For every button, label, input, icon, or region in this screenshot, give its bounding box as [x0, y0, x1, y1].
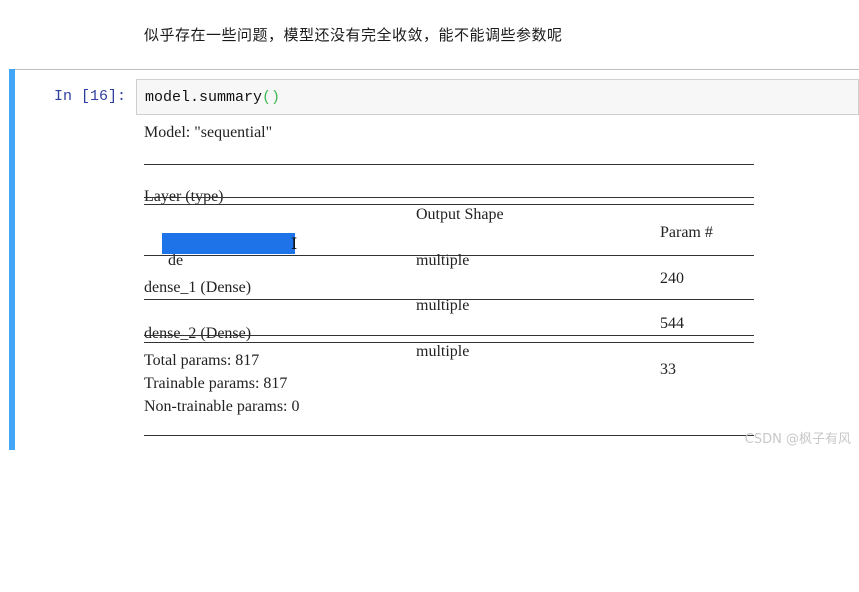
code-text: model.summary: [145, 89, 263, 106]
text-cursor-icon: I: [291, 234, 298, 253]
model-name-line: Model: "sequential": [144, 124, 273, 141]
cell-prompt: In [16]:: [54, 88, 127, 105]
rule-single: [144, 255, 754, 256]
rule-double: [144, 197, 754, 205]
code-input-area[interactable]: model.summary(): [136, 79, 859, 115]
text-selection: [162, 233, 295, 254]
row-layer: dense_1 (Dense): [144, 279, 252, 296]
cell-output: Model: "sequential" Layer (type) Output …: [144, 124, 764, 592]
non-trainable-params: Non-trainable params: 0: [144, 398, 300, 415]
code-line[interactable]: model.summary(): [145, 89, 280, 106]
note-text: 似乎存在一些问题，模型还没有完全收敛，能不能调些参数呢: [144, 26, 563, 44]
watermark: CSDN @枫子有风: [744, 432, 851, 447]
code-parens: (): [262, 89, 281, 106]
rule-double: [144, 335, 754, 343]
total-params: Total params: 817: [144, 352, 260, 369]
cell-selection-bar: [9, 69, 15, 450]
rule-single: [144, 164, 754, 165]
rule-single: [144, 435, 754, 436]
row-shape: multiple: [416, 343, 470, 360]
rule-single: [144, 299, 754, 300]
trainable-params: Trainable params: 817: [144, 375, 288, 392]
row-param: 33: [660, 361, 676, 378]
